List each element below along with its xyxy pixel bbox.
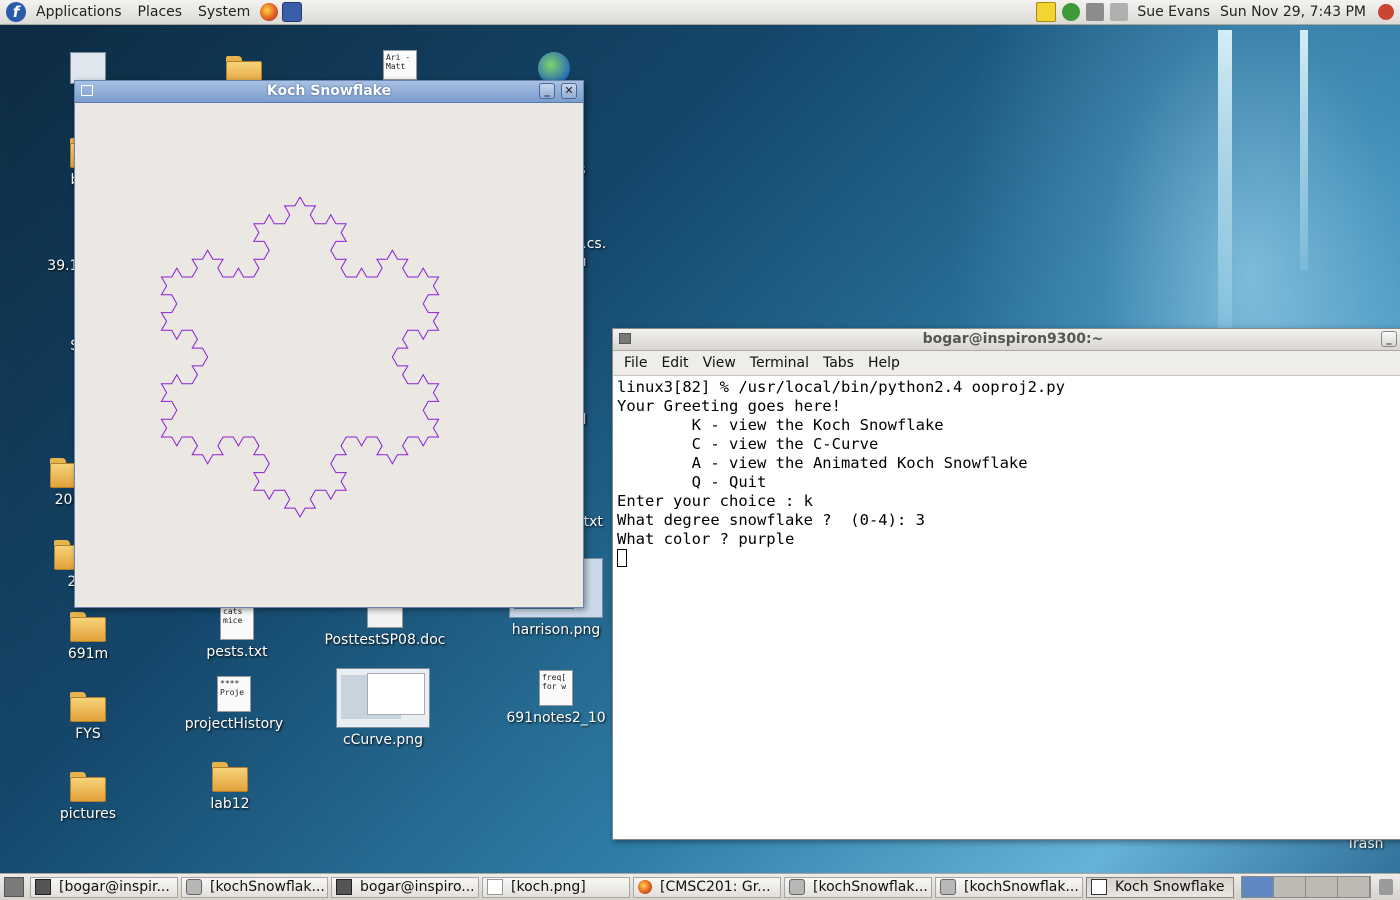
menu-tabs[interactable]: Tabs bbox=[816, 355, 861, 371]
desktop-icon-pictures[interactable]: pictures bbox=[38, 772, 138, 822]
taskbar-item[interactable]: [bogar@inspir... bbox=[30, 876, 178, 898]
koch-icon bbox=[940, 879, 956, 895]
applications-menu[interactable]: Applications bbox=[28, 0, 130, 24]
terminal-line: Q - Quit bbox=[617, 473, 767, 491]
desktop-icon-ari-matt[interactable]: Ari - Matt bbox=[350, 50, 450, 84]
update-notifier-icon[interactable] bbox=[1062, 3, 1081, 21]
taskbar-item[interactable]: [kochSnowflak... bbox=[181, 876, 328, 898]
menu-file[interactable]: File bbox=[617, 355, 654, 371]
terminal-cursor bbox=[617, 549, 627, 567]
printer-queue-icon[interactable] bbox=[1110, 3, 1129, 21]
desktop-icon-projecthistory[interactable]: **** Proje projectHistory bbox=[184, 676, 284, 732]
folder-icon bbox=[70, 612, 106, 642]
koch-snowflake-curve bbox=[160, 196, 440, 519]
terminal-icon bbox=[336, 879, 352, 895]
taskbar-item[interactable]: [CMSC201: Gr... bbox=[633, 876, 781, 898]
workspace-4[interactable] bbox=[1338, 877, 1370, 897]
taskbar-item-active[interactable]: Koch Snowflake bbox=[1086, 876, 1234, 898]
menu-view[interactable]: View bbox=[696, 355, 743, 371]
terminal-line: Your Greeting goes here! bbox=[617, 397, 841, 415]
printer-icon[interactable] bbox=[1086, 3, 1105, 21]
terminal-line: C - view the C-Curve bbox=[617, 435, 879, 453]
terminal-line: What degree snowflake ? (0-4): 3 bbox=[617, 511, 925, 529]
workspace-2[interactable] bbox=[1274, 877, 1306, 897]
desktop-icon-lab12[interactable]: lab12 bbox=[180, 762, 280, 812]
terminal-output[interactable]: linux3[82] % /usr/local/bin/python2.4 oo… bbox=[613, 376, 1400, 570]
workspace-3[interactable] bbox=[1306, 877, 1338, 897]
desktop-icon-fys[interactable]: FYS bbox=[38, 692, 138, 742]
image-thumbnail-icon bbox=[336, 668, 430, 728]
power-icon[interactable] bbox=[1378, 4, 1394, 20]
system-tray: Sue Evans Sun Nov 29, 7:43 PM bbox=[1033, 0, 1400, 24]
taskbar-item[interactable]: [kochSnowflak... bbox=[935, 876, 1083, 898]
desktop-light-beam bbox=[1300, 30, 1308, 270]
desktop-icon-pests-txt[interactable]: cats mice pests.txt bbox=[187, 604, 287, 660]
folder-icon bbox=[70, 772, 106, 802]
places-menu[interactable]: Places bbox=[130, 0, 191, 24]
user-name[interactable]: Sue Evans bbox=[1137, 4, 1210, 20]
terminal-icon bbox=[35, 879, 51, 895]
text-file-icon: **** Proje bbox=[217, 676, 251, 712]
menu-edit[interactable]: Edit bbox=[654, 355, 695, 371]
minimize-button[interactable]: _ bbox=[1381, 331, 1397, 347]
window-icon bbox=[1091, 879, 1107, 895]
folder-icon bbox=[70, 692, 106, 722]
window-menu-icon[interactable] bbox=[619, 333, 631, 344]
desktop-icon-691m[interactable]: 691m bbox=[38, 612, 138, 662]
koch-window-title: Koch Snowflake bbox=[266, 83, 392, 99]
image-icon bbox=[487, 879, 503, 895]
workspace-switcher[interactable] bbox=[1241, 876, 1371, 898]
bottom-panel: [bogar@inspir... [kochSnowflak... bogar@… bbox=[0, 873, 1400, 900]
terminal-titlebar[interactable]: bogar@inspiron9300:~ _ □ bbox=[613, 329, 1400, 351]
terminal-window: bogar@inspiron9300:~ _ □ File Edit View … bbox=[612, 328, 1400, 840]
terminal-title: bogar@inspiron9300:~ bbox=[922, 331, 1104, 347]
taskbar-item[interactable]: [koch.png] bbox=[482, 876, 630, 898]
desktop-icon-ccurve-png[interactable]: cCurve.png bbox=[333, 668, 433, 748]
terminal-line: K - view the Koch Snowflake bbox=[617, 416, 944, 434]
menu-terminal[interactable]: Terminal bbox=[743, 355, 816, 371]
workspace-1[interactable] bbox=[1242, 877, 1274, 897]
desktop-icon-posttest-doc[interactable]: PosttestSP08.doc bbox=[320, 604, 450, 648]
desktop-light-beam bbox=[1218, 30, 1232, 330]
terminal-line: A - view the Animated Koch Snowflake bbox=[617, 454, 1028, 472]
folder-icon bbox=[212, 762, 248, 792]
notes-launcher-icon[interactable] bbox=[282, 2, 303, 22]
firefox-launcher-icon[interactable] bbox=[260, 3, 279, 21]
top-panel: f Applications Places System Sue Evans S… bbox=[0, 0, 1400, 25]
firefox-icon bbox=[638, 880, 652, 894]
window-menu-icon[interactable] bbox=[81, 85, 93, 96]
taskbar-item[interactable]: [kochSnowflak... bbox=[784, 876, 932, 898]
text-file-icon: freq[ for w bbox=[539, 670, 573, 706]
koch-snowflake-window: Koch Snowflake _ ✕ bbox=[74, 80, 584, 608]
sticky-notes-icon[interactable] bbox=[1036, 2, 1057, 22]
koch-icon bbox=[789, 879, 805, 895]
trash-icon[interactable] bbox=[1379, 879, 1393, 895]
koch-icon bbox=[186, 879, 202, 895]
close-button[interactable]: ✕ bbox=[561, 83, 577, 99]
system-menu[interactable]: System bbox=[190, 0, 258, 24]
minimize-button[interactable]: _ bbox=[539, 83, 555, 99]
terminal-line: Enter your choice : k bbox=[617, 492, 813, 510]
terminal-menubar: File Edit View Terminal Tabs Help bbox=[613, 351, 1400, 376]
koch-window-titlebar[interactable]: Koch Snowflake _ ✕ bbox=[75, 81, 583, 103]
text-file-icon: Ari - Matt bbox=[383, 50, 417, 80]
menu-help[interactable]: Help bbox=[861, 355, 907, 371]
fedora-logo-icon[interactable]: f bbox=[6, 2, 26, 22]
taskbar-item[interactable]: bogar@inspiro... bbox=[331, 876, 479, 898]
terminal-line: linux3[82] % /usr/local/bin/python2.4 oo… bbox=[617, 378, 1065, 396]
desktop-icon-691notes[interactable]: freq[ for w 691notes2_10 bbox=[506, 670, 606, 726]
clock[interactable]: Sun Nov 29, 7:43 PM bbox=[1220, 4, 1366, 20]
koch-snowflake-canvas bbox=[160, 196, 440, 519]
text-file-icon: cats mice bbox=[220, 604, 254, 640]
terminal-line: What color ? purple bbox=[617, 530, 795, 548]
show-desktop-icon[interactable] bbox=[4, 877, 24, 897]
